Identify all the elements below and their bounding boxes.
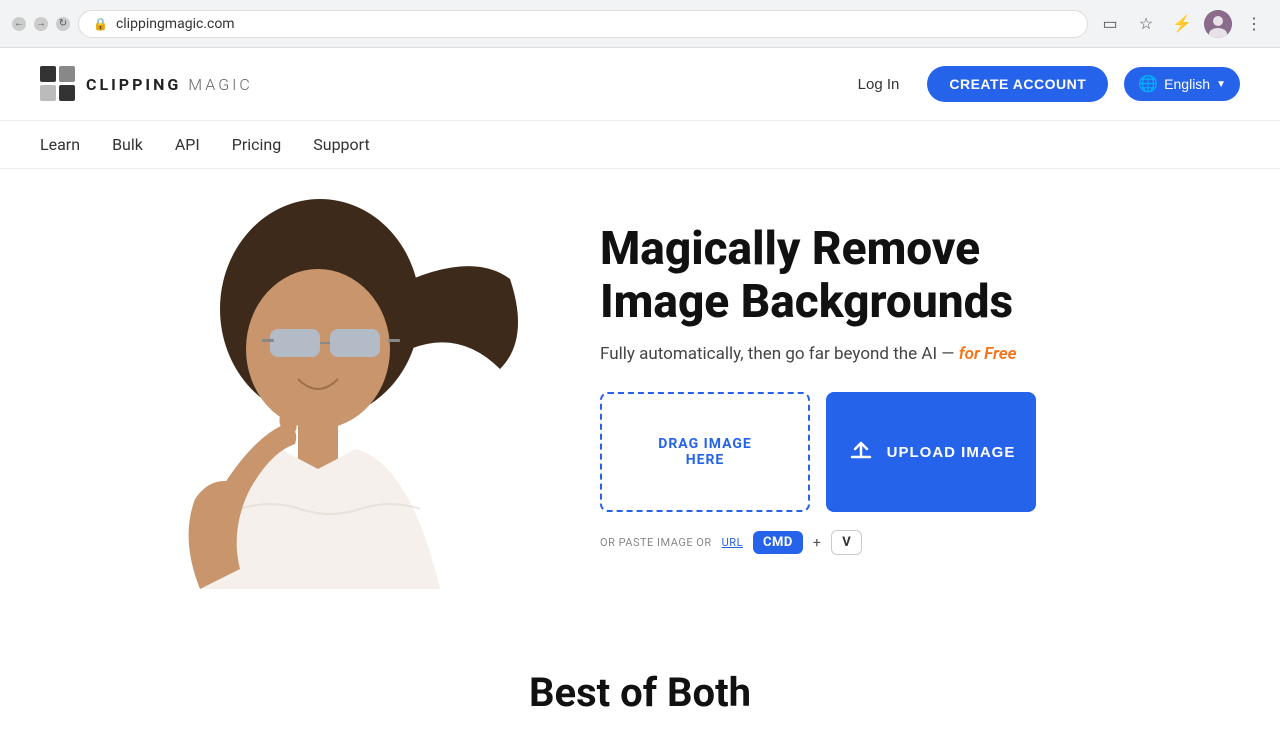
menu-button[interactable]: ⋮ (1240, 10, 1268, 38)
nav-pricing[interactable]: Pricing (232, 135, 282, 154)
logo-icon (40, 66, 76, 102)
create-account-button[interactable]: CREATE ACCOUNT (927, 66, 1108, 102)
hero-content: Magically RemoveImage Backgrounds Fully … (560, 223, 1240, 556)
profile-button[interactable] (1204, 10, 1232, 38)
login-button[interactable]: Log In (846, 68, 912, 101)
hero-section: Magically RemoveImage Backgrounds Fully … (0, 169, 1280, 629)
address-bar[interactable]: 🔒 clippingmagic.com (78, 10, 1088, 38)
hero-subtitle: Fully automatically, then go far beyond … (600, 344, 1240, 364)
best-of-both-section: Best of Both (0, 629, 1280, 736)
cmd-key: CMD (753, 531, 803, 554)
header-right: Log In CREATE ACCOUNT 🌐 English ▼ (846, 66, 1240, 102)
logo-text: CLIPPING MAGIC (86, 75, 253, 94)
screen-cast-button[interactable]: ▭ (1096, 10, 1124, 38)
browser-actions: ▭ ☆ ⚡ ⋮ (1096, 10, 1268, 38)
language-selector[interactable]: 🌐 English ▼ (1124, 67, 1240, 101)
nav-support[interactable]: Support (313, 135, 369, 154)
hero-image (40, 189, 560, 589)
free-text: for Free (959, 344, 1017, 364)
globe-icon: 🌐 (1138, 74, 1158, 94)
nav-api[interactable]: API (175, 135, 200, 154)
logo-link[interactable]: CLIPPING MAGIC (40, 66, 253, 102)
best-of-both-title: Best of Both (40, 669, 1240, 716)
drag-drop-zone[interactable]: DRAG IMAGEHERE (600, 392, 810, 512)
site-nav: Learn Bulk API Pricing Support (0, 121, 1280, 169)
upload-icon (847, 435, 875, 470)
language-label: English (1164, 76, 1210, 92)
upload-image-button[interactable]: UPLOAD IMAGE (826, 392, 1036, 512)
site-header: CLIPPING MAGIC Log In CREATE ACCOUNT 🌐 E… (0, 48, 1280, 121)
forward-button[interactable]: → (34, 17, 48, 31)
paste-row: OR PASTE IMAGE OR URL CMD + V (600, 530, 1240, 555)
nav-learn[interactable]: Learn (40, 135, 80, 154)
reload-button[interactable]: ↻ (56, 17, 70, 31)
upload-area: DRAG IMAGEHERE UPLOAD IMAGE (600, 392, 1240, 512)
hero-title: Magically RemoveImage Backgrounds (600, 223, 1240, 329)
paste-text: OR PASTE IMAGE OR (600, 536, 712, 549)
v-key: V (831, 530, 862, 555)
browser-chrome: ← → ↻ 🔒 clippingmagic.com ▭ ☆ ⚡ ⋮ (0, 0, 1280, 48)
drag-zone-text: DRAG IMAGEHERE (658, 436, 752, 468)
nav-bulk[interactable]: Bulk (112, 135, 143, 154)
extensions-button[interactable]: ⚡ (1168, 10, 1196, 38)
bookmark-button[interactable]: ☆ (1132, 10, 1160, 38)
back-button[interactable]: ← (12, 17, 26, 31)
url-link[interactable]: URL (722, 536, 743, 549)
upload-button-label: UPLOAD IMAGE (887, 444, 1016, 461)
url-text: clippingmagic.com (116, 16, 235, 32)
plus-sign: + (813, 535, 821, 551)
chevron-down-icon: ▼ (1216, 79, 1226, 90)
lock-icon: 🔒 (93, 17, 108, 31)
